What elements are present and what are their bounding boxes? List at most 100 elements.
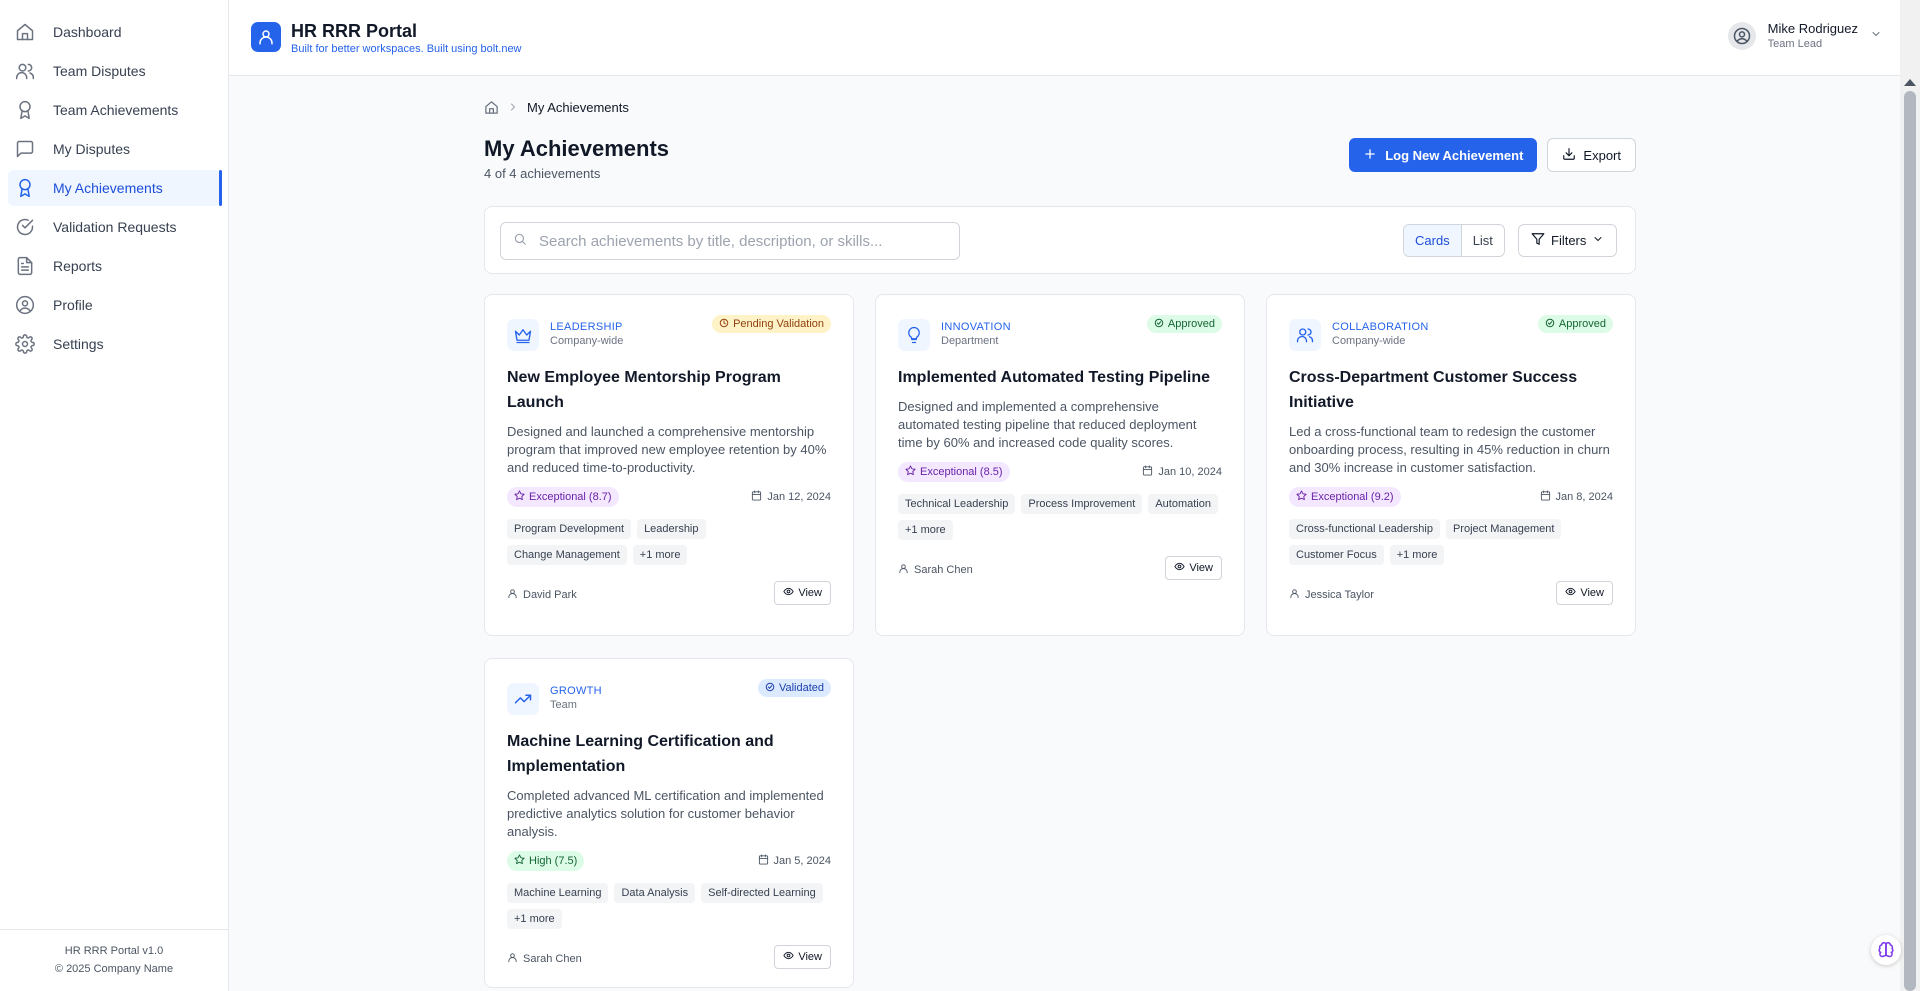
page-header: My Achievements 4 of 4 achievements Log …	[484, 135, 1636, 195]
view-button[interactable]: View	[774, 945, 831, 969]
sidebar-item-validation-requests[interactable]: Validation Requests	[8, 209, 221, 245]
award-icon	[14, 177, 36, 199]
sidebar-item-label: Profile	[53, 297, 93, 313]
app-version: HR RRR Portal v1.0	[64, 945, 164, 957]
chevron-down-icon	[1870, 27, 1882, 45]
sidebar-item-label: Validation Requests	[53, 219, 177, 235]
sidebar-footer: HR RRR Portal v1.0 © 2025 Company Name	[0, 929, 228, 991]
eye-icon	[1174, 561, 1185, 575]
sidebar-item-team-disputes[interactable]: Team Disputes	[8, 53, 221, 89]
sidebar-item-settings[interactable]: Settings	[8, 326, 221, 362]
app-title: HR RRR Portal	[291, 21, 418, 41]
sidebar-item-label: Team Disputes	[53, 63, 146, 79]
eye-icon	[1565, 586, 1576, 600]
calendar-icon	[751, 490, 762, 504]
sidebar-item-label: Dashboard	[53, 24, 122, 40]
card-description: Designed and launched a comprehensive me…	[507, 424, 827, 475]
user-icon	[1289, 588, 1300, 602]
copyright: © 2025 Company Name	[54, 963, 174, 975]
skill-tag: Project Management	[1445, 519, 1562, 539]
scroll-thumb[interactable]	[1904, 91, 1916, 991]
sidebar-item-label: My Achievements	[53, 180, 163, 196]
page-actions: Log New Achievement Export	[1349, 138, 1636, 172]
skill-tag: Cross-functional Leadership	[1289, 519, 1440, 539]
sidebar-item-profile[interactable]: Profile	[8, 287, 221, 323]
star-icon	[514, 854, 525, 868]
view-button[interactable]: View	[774, 581, 831, 605]
more-tags[interactable]: +1 more	[632, 545, 688, 565]
view-button[interactable]: View	[1165, 556, 1222, 580]
export-button[interactable]: Export	[1547, 138, 1636, 172]
rating-badge: High (7.5)	[507, 851, 585, 871]
home-icon[interactable]	[484, 100, 499, 115]
achievement-card[interactable]: LEADERSHIP Company-wide Pending Validati…	[484, 294, 854, 636]
user-role: Team Lead	[1767, 38, 1823, 50]
skill-tag: Data Analysis	[614, 883, 696, 903]
category-label: LEADERSHIP	[550, 321, 623, 333]
card-date: Jan 12, 2024	[751, 490, 831, 504]
skill-tag: Process Improvement	[1021, 494, 1143, 514]
sidebar-item-reports[interactable]: Reports	[8, 248, 221, 284]
skill-tag: Change Management	[507, 545, 627, 565]
calendar-icon	[758, 854, 769, 868]
user-menu[interactable]: Mike Rodriguez Team Lead	[1727, 21, 1882, 51]
search-input[interactable]	[539, 232, 939, 250]
scroll-up-arrow-icon[interactable]	[1904, 79, 1916, 86]
star-icon	[514, 490, 525, 504]
breadcrumb: My Achievements	[484, 97, 1636, 117]
view-list-button[interactable]: List	[1462, 225, 1504, 256]
achievement-card[interactable]: GROWTH Team Validated Machine Learning C…	[484, 658, 854, 988]
lightbulb-icon	[898, 319, 930, 351]
sidebar-item-my-achievements[interactable]: My Achievements	[8, 170, 222, 206]
star-icon	[1296, 490, 1307, 504]
card-owner: Jessica Taylor	[1289, 588, 1374, 602]
view-button[interactable]: View	[1556, 581, 1613, 605]
app-subtitle[interactable]: Built for better workspaces. Built using…	[291, 43, 522, 55]
view-toggle: Cards List	[1403, 224, 1505, 257]
scope-label: Company-wide	[550, 335, 624, 347]
card-title: Machine Learning Certification and Imple…	[507, 733, 774, 775]
scope-label: Team	[550, 699, 577, 711]
avatar	[1727, 22, 1756, 50]
star-icon	[905, 465, 916, 479]
user-icon	[898, 563, 909, 577]
chevron-down-icon	[1592, 233, 1604, 248]
more-tags[interactable]: +1 more	[898, 520, 953, 540]
breadcrumb-current: My Achievements	[527, 99, 629, 115]
rating-badge: Exceptional (9.2)	[1289, 487, 1401, 507]
users-icon	[1289, 319, 1321, 351]
more-tags[interactable]: +1 more	[507, 909, 562, 929]
skill-tag: Technical Leadership	[898, 494, 1016, 514]
home-icon	[14, 21, 36, 43]
chevron-right-icon	[507, 101, 519, 113]
more-tags[interactable]: +1 more	[1389, 545, 1445, 565]
skill-tags: Machine Learning Data Analysis Self-dire…	[507, 883, 831, 929]
achievement-card[interactable]: INNOVATION Department Approved Implement…	[875, 294, 1245, 636]
achievement-card[interactable]: COLLABORATION Company-wide Approved Cros…	[1266, 294, 1636, 636]
page-scrollbar[interactable]	[1900, 0, 1920, 991]
search-icon	[513, 232, 527, 251]
sidebar-item-label: Settings	[53, 336, 104, 352]
card-title: Implemented Automated Testing Pipeline	[898, 369, 1211, 386]
skill-tag: Machine Learning	[507, 883, 609, 903]
scope-label: Company-wide	[1332, 335, 1406, 347]
file-text-icon	[14, 255, 36, 277]
sidebar-item-label: My Disputes	[53, 141, 131, 157]
assistant-brain-icon[interactable]	[1871, 935, 1901, 965]
skill-tag: Automation	[1148, 494, 1218, 514]
card-owner: Sarah Chen	[507, 952, 582, 966]
user-icon	[507, 952, 518, 966]
brand[interactable]: HR RRR Portal Built for better workspace…	[251, 21, 522, 55]
card-date: Jan 8, 2024	[1540, 490, 1613, 504]
sidebar-item-dashboard[interactable]: Dashboard	[8, 14, 221, 50]
sidebar-item-team-achievements[interactable]: Team Achievements	[8, 92, 221, 128]
filters-button[interactable]: Filters	[1518, 224, 1618, 257]
card-description: Led a cross-functional team to redesign …	[1289, 424, 1610, 475]
view-cards-button[interactable]: Cards	[1404, 225, 1462, 256]
sidebar-item-my-disputes[interactable]: My Disputes	[8, 131, 221, 167]
skill-tag: Customer Focus	[1289, 545, 1384, 565]
check-circle-icon	[1545, 318, 1555, 331]
download-icon	[1562, 147, 1576, 164]
filter-toolbar: Cards List Filters	[484, 206, 1636, 274]
log-new-achievement-button[interactable]: Log New Achievement	[1349, 138, 1538, 172]
